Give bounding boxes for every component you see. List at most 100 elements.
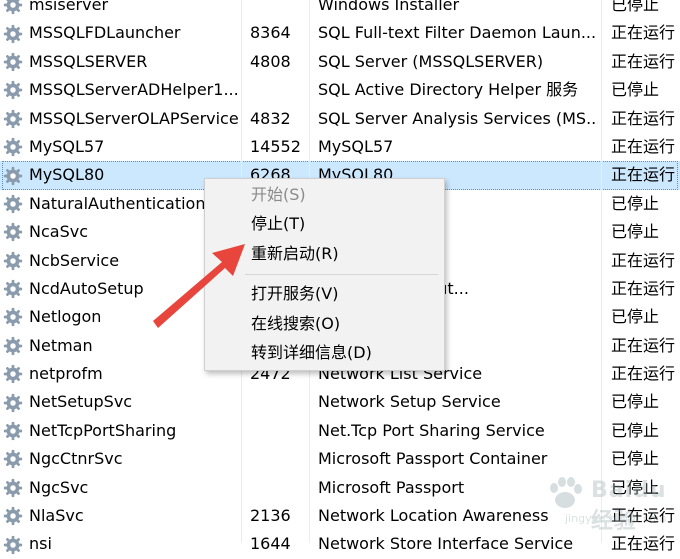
service-name-cell: MSSQLFDLauncher: [2, 19, 240, 47]
service-status: 正在运行: [611, 136, 676, 156]
gear-icon: [2, 420, 24, 442]
service-row[interactable]: msiserver Windows Installer 已停止: [0, 0, 680, 19]
gear-icon: [2, 250, 24, 272]
service-status: 正在运行: [611, 165, 676, 185]
gear-icon: [2, 363, 24, 385]
service-status: 正在运行: [611, 51, 676, 71]
service-name: nsi: [29, 534, 52, 554]
service-name-cell: NetSetupSvc: [2, 388, 240, 416]
service-name: NetSetupSvc: [29, 392, 133, 412]
service-description: SQL Server Analysis Services (MS...: [318, 108, 598, 128]
gear-icon: [2, 79, 24, 101]
service-status: 已停止: [611, 193, 660, 213]
service-name: Netlogon: [29, 307, 102, 327]
service-row[interactable]: NetTcpPortSharing Net.Tcp Port Sharing Se…: [0, 417, 680, 445]
gear-icon: [2, 23, 24, 45]
menu-item-search-online[interactable]: 在线搜索(O): [251, 312, 340, 336]
service-status: 正在运行: [611, 335, 676, 355]
context-menu: 开始(S) 停止(T) 重新启动(R) 打开服务(V) 在线搜索(O) 转到详细…: [204, 178, 445, 371]
service-name: NaturalAuthentication: [29, 193, 206, 213]
service-pid: 8364: [250, 23, 291, 43]
service-name: NlaSvc: [29, 506, 84, 526]
service-status: 已停止: [611, 420, 660, 440]
service-status: 已停止: [611, 0, 660, 14]
service-row[interactable]: MSSQLFDLauncher 8364 SQL Full-text Filter …: [0, 19, 680, 47]
service-status: 正在运行: [611, 250, 676, 270]
watermark-brand: Baidu 经验: [591, 478, 667, 534]
service-name-cell: NlaSvc: [2, 502, 240, 530]
service-description: SQL Active Directory Helper 服务: [318, 80, 579, 100]
gear-icon: [2, 448, 24, 470]
service-pid: [250, 417, 308, 445]
service-row[interactable]: MSSQLServerOLAPService 4832 SQL Server Ana…: [0, 105, 680, 133]
service-name: NgcSvc: [29, 477, 89, 497]
gear-icon: [2, 193, 24, 215]
service-description: Network Setup Service: [318, 392, 501, 412]
service-name: MSSQLServerOLAPService: [29, 108, 239, 128]
service-status: 已停止: [611, 222, 660, 242]
paw-icon: [550, 477, 582, 508]
service-status: 正在运行: [611, 23, 676, 43]
gear-icon: [2, 335, 24, 357]
service-name: msiserver: [29, 0, 109, 14]
menu-item-open-services[interactable]: 打开服务(V): [251, 282, 338, 306]
service-status: 正在运行: [611, 278, 676, 298]
service-row[interactable]: MSSQLServerADHelper1... SQL Active Direct…: [0, 76, 680, 104]
service-name-cell: NetTcpPortSharing: [2, 417, 240, 445]
gear-icon: [2, 306, 24, 328]
baidu-watermark: Baidu 经验 jingyan.baidu.com: [545, 470, 675, 534]
service-pid: 1644: [250, 534, 291, 554]
service-row[interactable]: MSSQLSERVER 4808 SQL Server (MSSQLSERVER) 正…: [0, 48, 680, 76]
service-name: MSSQLFDLauncher: [29, 23, 181, 43]
service-pid: 4832: [250, 108, 291, 128]
menu-item-start[interactable]: 开始(S): [251, 183, 306, 207]
service-name-cell: nsi: [2, 530, 240, 558]
service-pid: [250, 388, 308, 416]
service-description: Net.Tcp Port Sharing Service: [318, 420, 545, 440]
gear-icon: [2, 505, 24, 527]
service-pid: 14552: [250, 136, 301, 156]
service-name-cell: MySQL57: [2, 133, 240, 161]
gear-icon: [2, 534, 24, 556]
gear-icon: [2, 108, 24, 130]
service-status: 正在运行: [611, 364, 676, 384]
menu-separator: [245, 274, 438, 275]
gear-icon: [2, 278, 24, 300]
watermark-url: jingyan.baidu.com: [565, 512, 667, 525]
gear-icon: [2, 136, 24, 158]
service-name-cell: MSSQLServerOLAPService: [2, 105, 240, 133]
gear-icon: [2, 477, 24, 499]
service-name: MSSQLSERVER: [29, 51, 148, 71]
menu-item-stop[interactable]: 停止(T): [251, 212, 305, 236]
service-pid: [250, 445, 308, 473]
gear-icon: [2, 392, 24, 414]
service-row[interactable]: nsi 1644 Network Store Interface Service 正在…: [0, 530, 680, 558]
service-name: NgcCtnrSvc: [29, 449, 123, 469]
service-row[interactable]: NetSetupSvc Network Setup Service 已停止: [0, 388, 680, 416]
service-name: NetTcpPortSharing: [29, 420, 177, 440]
service-name: MySQL57: [29, 136, 105, 156]
service-name: netprofm: [29, 364, 103, 384]
service-pid: 2136: [250, 506, 291, 526]
service-pid: [250, 474, 308, 502]
gear-icon: [2, 0, 24, 16]
service-name: MySQL80: [29, 165, 105, 185]
service-row[interactable]: MySQL57 14552 MySQL57 正在运行: [0, 133, 680, 161]
menu-item-go-to-details[interactable]: 转到详细信息(D): [251, 341, 372, 365]
service-name-cell: NgcCtnrSvc: [2, 445, 240, 473]
service-description: Windows Installer: [318, 0, 460, 14]
service-name: NcdAutoSetup: [29, 278, 144, 298]
service-name: MSSQLServerADHelper1...: [29, 80, 239, 100]
service-status: 已停止: [611, 80, 660, 100]
service-description: Network Store Interface Service: [318, 534, 574, 554]
service-name-cell: MSSQLSERVER: [2, 48, 240, 76]
service-name-cell: MSSQLServerADHelper1...: [2, 76, 240, 104]
service-description: SQL Full-text Filter Daemon Laun...: [318, 23, 597, 43]
service-description: MySQL57: [318, 136, 394, 156]
service-status: 已停止: [611, 392, 660, 412]
menu-item-restart[interactable]: 重新启动(R): [251, 242, 339, 266]
service-name: Netman: [29, 335, 93, 355]
service-name: NcbService: [29, 250, 120, 270]
gear-icon: [2, 51, 24, 73]
service-description: SQL Server (MSSQLSERVER): [318, 51, 544, 71]
